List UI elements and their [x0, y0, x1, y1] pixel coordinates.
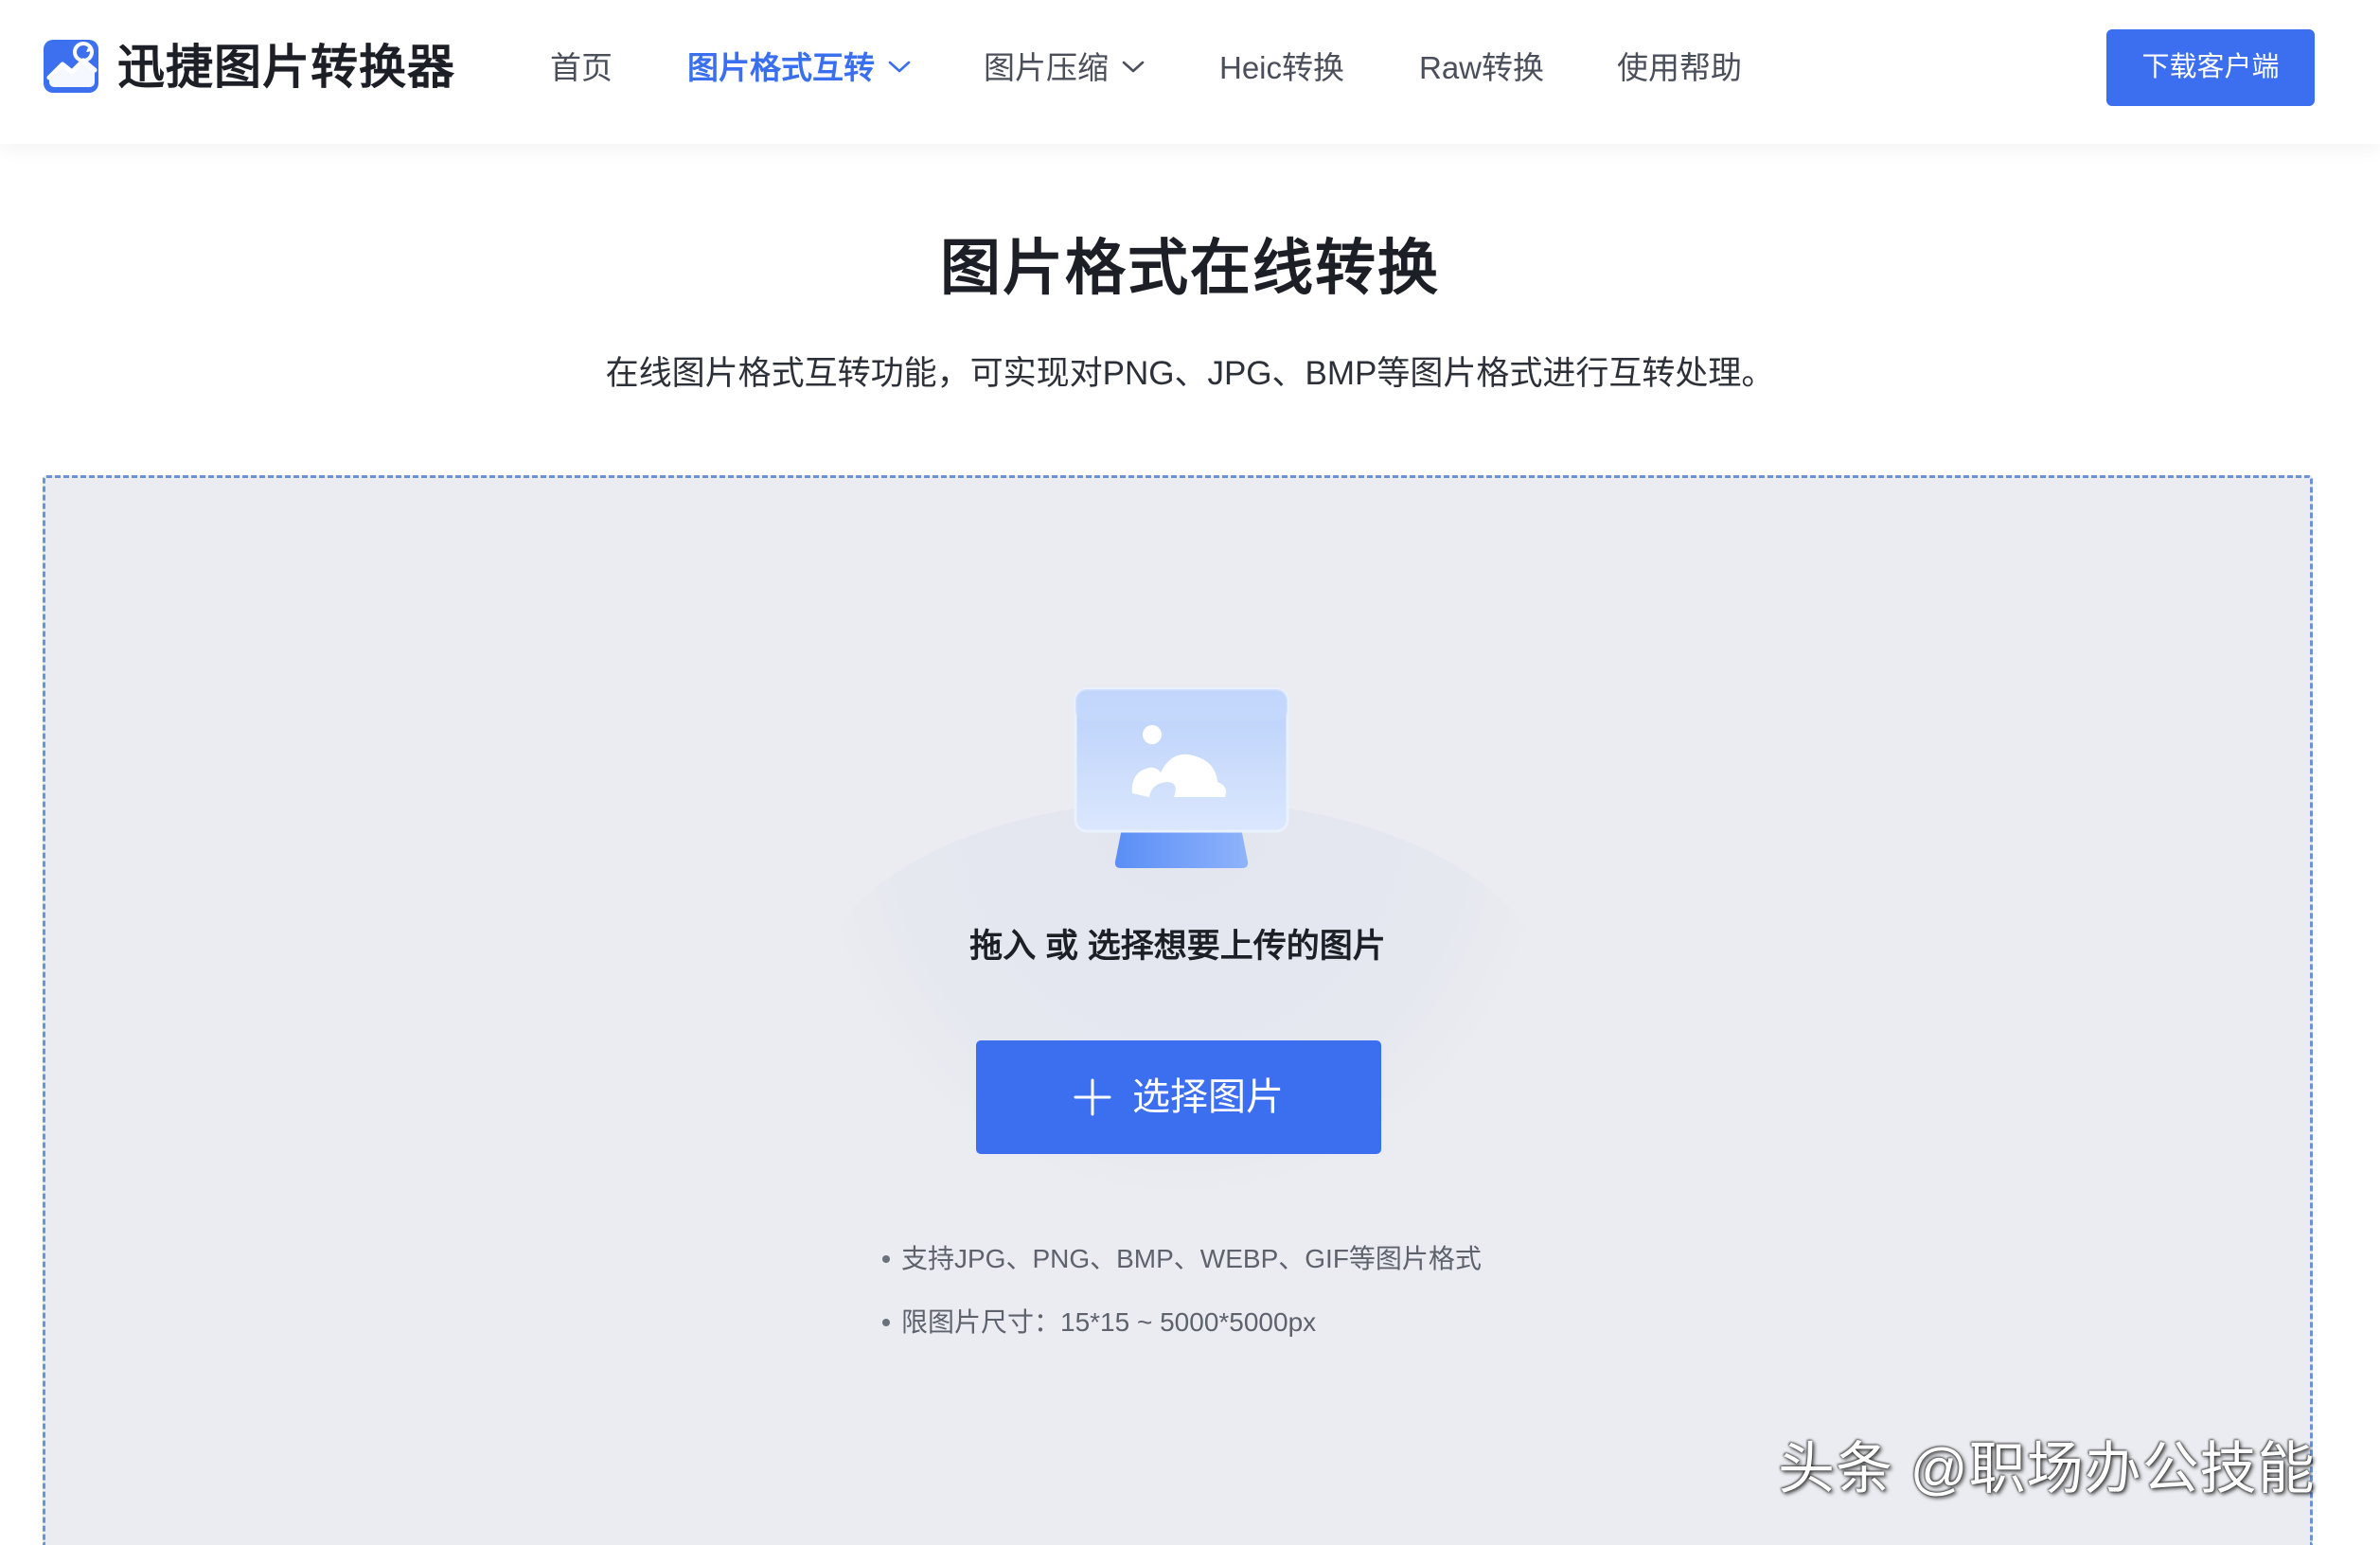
watermark-text: 头条 @职场办公技能 [1778, 1437, 2316, 1501]
dropzone-prompt: 拖入 或 选择想要上传的图片 [969, 928, 1386, 965]
tip-size: 限图片尺寸：15*15 ~ 5000*5000px [880, 1299, 1732, 1346]
chevron-down-icon [888, 61, 911, 73]
top-header: 迅捷图片转换器 首页 图片格式互转 图片压缩 Heic转换 Raw转换 使用帮助… [0, 0, 2380, 144]
bullet-dot [882, 1255, 890, 1263]
select-image-button[interactable]: 选择图片 [976, 1040, 1381, 1154]
nav-item-raw[interactable]: Raw转换 [1419, 42, 1544, 95]
main-nav: 首页 图片格式互转 图片压缩 Heic转换 Raw转换 使用帮助 [0, 0, 2380, 136]
nav-label-raw: Raw转换 [1419, 50, 1545, 85]
nav-label-help: 使用帮助 [1617, 50, 1742, 85]
tip-formats-text: 支持JPG、PNG、BMP、WEBP、GIF等图片格式 [901, 1244, 1482, 1273]
tip-size-text: 限图片尺寸：15*15 ~ 5000*5000px [901, 1307, 1317, 1337]
nav-label-compress: 图片压缩 [984, 50, 1109, 85]
nav-item-heic[interactable]: Heic转换 [1219, 42, 1344, 95]
page: 迅捷图片转换器 首页 图片格式互转 图片压缩 Heic转换 Raw转换 使用帮助… [0, 0, 2380, 1545]
nav-item-compress[interactable]: 图片压缩 [984, 42, 1145, 95]
bullet-dot [882, 1319, 890, 1326]
nav-label-format-convert: 图片格式互转 [687, 50, 875, 85]
page-title: 图片格式在线转换 [940, 234, 1440, 302]
select-image-label: 选择图片 [1132, 1076, 1284, 1118]
upload-tips: 支持JPG、PNG、BMP、WEBP、GIF等图片格式 限图片尺寸：15*15 … [880, 1235, 1732, 1362]
page-subtitle: 在线图片格式互转功能，可实现对PNG、JPG、BMP等图片格式进行互转处理。 [605, 355, 1775, 392]
nav-label-heic: Heic转换 [1219, 50, 1345, 85]
chevron-down-icon [1122, 61, 1145, 73]
nav-item-home[interactable]: 首页 [550, 42, 613, 95]
nav-item-format-convert[interactable]: 图片格式互转 [687, 42, 911, 95]
download-client-button[interactable]: 下载客户端 [2106, 29, 2315, 106]
tip-formats: 支持JPG、PNG、BMP、WEBP、GIF等图片格式 [880, 1235, 1732, 1283]
nav-item-help[interactable]: 使用帮助 [1617, 42, 1742, 95]
plus-icon [1074, 1078, 1111, 1116]
upload-dropzone[interactable]: 拖入 或 选择想要上传的图片 选择图片 支持JPG、PNG、BMP、WEBP、G… [43, 475, 2313, 1545]
image-upload-illustration-icon [1074, 687, 1289, 868]
nav-label-home: 首页 [550, 50, 613, 85]
